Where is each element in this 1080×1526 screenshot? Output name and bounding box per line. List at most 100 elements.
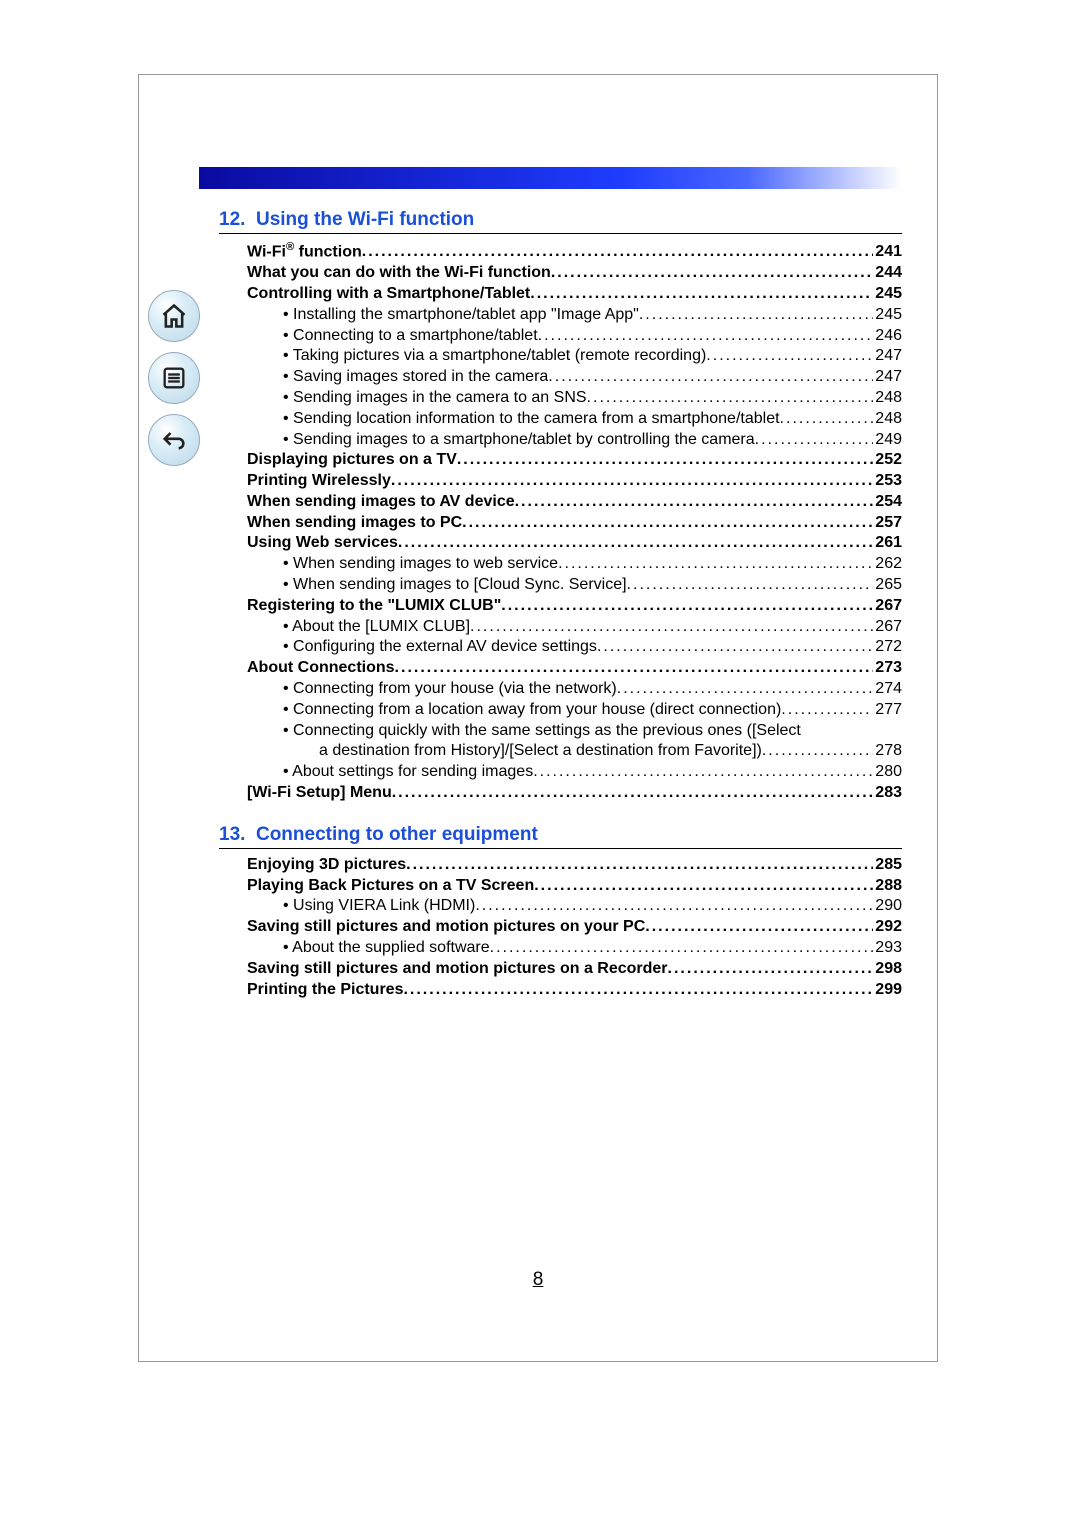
toc-page-number: 283	[873, 783, 902, 804]
page-number: 8	[139, 1269, 937, 1291]
toc-page-number: 272	[873, 637, 902, 658]
toc-page-number: 245	[873, 284, 902, 305]
toc-entry[interactable]: When sending images to AV device .......…	[219, 492, 902, 513]
toc-page-number: 277	[873, 700, 902, 721]
toc-entry[interactable]: Sending location information to the came…	[219, 409, 902, 430]
toc-label: When sending images to web service	[283, 554, 558, 575]
toc-page-number: 292	[873, 917, 902, 938]
toc-entry[interactable]: When sending images to PC ..............…	[219, 513, 902, 534]
toc-entry[interactable]: Configuring the external AV device setti…	[219, 637, 902, 658]
toc-page-number: 267	[873, 596, 902, 617]
toc-page-number: 278	[873, 741, 902, 762]
toc-page-number: 241	[873, 242, 902, 263]
toc-label: Configuring the external AV device setti…	[283, 637, 597, 658]
toc-entry[interactable]: When sending images to web service .....…	[219, 554, 902, 575]
toc-entry[interactable]: What you can do with the Wi-Fi function …	[219, 263, 902, 284]
toc-page-number: 267	[873, 617, 902, 638]
toc-page-number: 293	[873, 938, 902, 959]
toc-page-number: 288	[873, 876, 902, 897]
toc-label: Using Web services	[247, 533, 398, 554]
toc-entry[interactable]: Sending images to a smartphone/tablet by…	[219, 430, 902, 451]
toc-label: About Connections	[247, 658, 395, 679]
toc-page-number: 253	[873, 471, 902, 492]
toc-entry[interactable]: Using VIERA Link (HDMI) ................…	[219, 896, 902, 917]
toc-entry[interactable]: Wi-Fi® function ........................…	[219, 240, 902, 263]
toc-label: Wi-Fi® function	[247, 240, 362, 263]
toc-page-number: 247	[873, 346, 902, 367]
toc-label: Using VIERA Link (HDMI)	[283, 896, 475, 917]
toc-entry[interactable]: When sending images to [Cloud Sync. Serv…	[219, 575, 902, 596]
document-page: 12. Using the Wi-Fi function Wi-Fi® funct…	[138, 74, 938, 1362]
toc-page-number: 257	[873, 513, 902, 534]
toc-label: Printing the Pictures	[247, 980, 403, 1001]
toc-entry[interactable]: Controlling with a Smartphone/Tablet ...…	[219, 284, 902, 305]
toc-entry[interactable]: Sending images in the camera to an SNS .…	[219, 388, 902, 409]
toc-page-number: 290	[873, 896, 902, 917]
toc-page-number: 274	[873, 679, 902, 700]
toc-entry[interactable]: Connecting from a location away from you…	[219, 700, 902, 721]
toc-label: Playing Back Pictures on a TV Screen	[247, 876, 534, 897]
toc-label: Registering to the "LUMIX CLUB"	[247, 596, 501, 617]
toc-page-number: 248	[873, 388, 902, 409]
toc-label: Enjoying 3D pictures	[247, 855, 406, 876]
toc-entry[interactable]: Using Web services .....................…	[219, 533, 902, 554]
toc-entry[interactable]: About the [LUMIX CLUB] .................…	[219, 617, 902, 638]
section-heading[interactable]: 12. Using the Wi-Fi function	[219, 201, 902, 234]
toc-label: Displaying pictures on a TV	[247, 450, 457, 471]
toc-page-number: 285	[873, 855, 902, 876]
toc-label: Connecting to a smartphone/tablet	[283, 326, 538, 347]
toc-page-number: 244	[873, 263, 902, 284]
toc-entry[interactable]: Saving still pictures and motion picture…	[219, 917, 902, 938]
toc-entry[interactable]: Displaying pictures on a TV ............…	[219, 450, 902, 471]
toc-label: Sending images to a smartphone/tablet by…	[283, 430, 755, 451]
toc-page-number: 265	[873, 575, 902, 596]
toc-page-number: 248	[873, 409, 902, 430]
toc-label: Sending location information to the came…	[283, 409, 780, 430]
toc-label: Connecting from a location away from you…	[283, 700, 781, 721]
toc-label: Saving images stored in the camera	[283, 367, 548, 388]
toc-entry[interactable]: Saving still pictures and motion picture…	[219, 959, 902, 980]
toc-label: Sending images in the camera to an SNS	[283, 388, 587, 409]
toc-label: About settings for sending images	[283, 762, 533, 783]
toc-page-number: 245	[873, 305, 902, 326]
toc-label: When sending images to PC	[247, 513, 462, 534]
toc-entry-continuation[interactable]: a destination from History]/[Select a de…	[219, 741, 902, 762]
toc-entry[interactable]: Saving images stored in the camera .....…	[219, 367, 902, 388]
toc-label: Controlling with a Smartphone/Tablet	[247, 284, 530, 305]
toc-label: Saving still pictures and motion picture…	[247, 917, 645, 938]
toc-entry[interactable]: Connecting from your house (via the netw…	[219, 679, 902, 700]
toc-label: What you can do with the Wi-Fi function	[247, 263, 551, 284]
toc-entry[interactable]: About the supplied software ............…	[219, 938, 902, 959]
toc-label: When sending images to AV device	[247, 492, 515, 513]
toc-page-number: 299	[873, 980, 902, 1001]
toc-entry[interactable]: About Connections ......................…	[219, 658, 902, 679]
toc-page-number: 254	[873, 492, 902, 513]
toc-entry[interactable]: Connecting to a smartphone/tablet ......…	[219, 326, 902, 347]
toc-entry[interactable]: Playing Back Pictures on a TV Screen ...…	[219, 876, 902, 897]
toc-page-number: 273	[873, 658, 902, 679]
toc-page-number: 262	[873, 554, 902, 575]
toc-label: [Wi-Fi Setup] Menu	[247, 783, 392, 804]
section-heading[interactable]: 13. Connecting to other equipment	[219, 816, 902, 849]
toc-entry[interactable]: Connecting quickly with the same setting…	[219, 721, 902, 742]
toc-page-number: 249	[873, 430, 902, 451]
toc-entry[interactable]: About settings for sending images ......…	[219, 762, 902, 783]
toc-label: Printing Wirelessly	[247, 471, 391, 492]
toc-entry[interactable]: Installing the smartphone/tablet app "Im…	[219, 305, 902, 326]
toc-label: Installing the smartphone/tablet app "Im…	[283, 305, 639, 326]
toc-entry[interactable]: Taking pictures via a smartphone/tablet …	[219, 346, 902, 367]
toc-entry[interactable]: Printing the Pictures ..................…	[219, 980, 902, 1001]
toc-label: When sending images to [Cloud Sync. Serv…	[283, 575, 627, 596]
toc-entry[interactable]: Registering to the "LUMIX CLUB" ........…	[219, 596, 902, 617]
toc-entry[interactable]: Printing Wirelessly ....................…	[219, 471, 902, 492]
toc-page-number: 247	[873, 367, 902, 388]
toc-page-number: 298	[873, 959, 902, 980]
header-bar	[199, 167, 902, 189]
toc-page-number: 280	[873, 762, 902, 783]
toc-entry[interactable]: Enjoying 3D pictures ...................…	[219, 855, 902, 876]
toc-label: Saving still pictures and motion picture…	[247, 959, 668, 980]
toc-page-number: 246	[873, 326, 902, 347]
toc-label: About the [LUMIX CLUB]	[283, 617, 470, 638]
toc-label: About the supplied software	[283, 938, 490, 959]
toc-entry[interactable]: [Wi-Fi Setup] Menu .....................…	[219, 783, 902, 804]
